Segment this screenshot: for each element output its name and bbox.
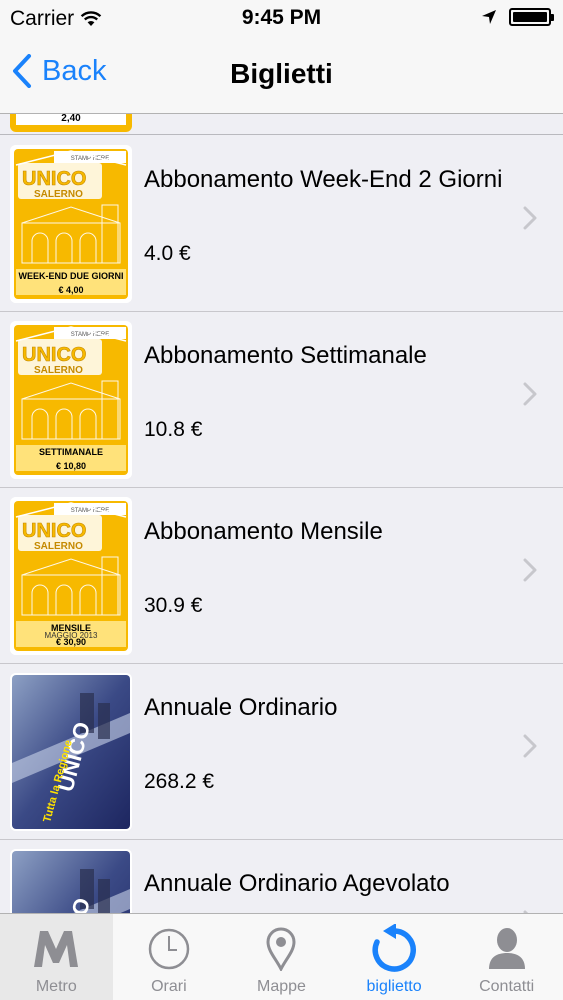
partial-ticket-row[interactable]: 2,40 [0,114,563,135]
ticket-thumbnail: STAMP HERE UNICO SALERNO SETTIMANALE € 1… [10,321,132,479]
ticket-price: 10.8 € [144,418,203,441]
page-title: Biglietti [230,58,333,89]
svg-text:SALERNO: SALERNO [34,189,83,200]
tab-biglietto[interactable]: biglietto [338,914,451,1000]
ticket-row[interactable]: UNICO Tutta la Regione Annuale Ordinario… [0,840,563,913]
status-time: 9:45 PM [241,6,322,29]
svg-text:€ 4,00: € 4,00 [58,285,83,295]
ticket-thumbnail: STAMP HERE UNICO SALERNO WEEK-END DUE GI… [10,145,132,303]
tab-metro-label: Metro [35,978,77,995]
ticket-price: 30.9 € [144,594,203,617]
svg-text:UNICO: UNICO [22,520,86,542]
ticket-thumbnail: UNICO Tutta la Regione [10,673,132,831]
tab-bar: Metro Orari Mappe biglietto Contatti [0,913,563,1000]
ticket-title: Abbonamento Mensile [144,518,383,545]
battery-icon [509,8,554,26]
svg-text:€ 30,90: € 30,90 [56,637,86,647]
clock-icon [148,928,190,970]
contact-icon [488,928,525,969]
tab-mappe[interactable]: Mappe [225,914,338,1000]
partial-ticket-price: 2,40 [61,114,81,124]
ticket-title: Abbonamento Settimanale [144,342,427,369]
chevron-right-icon [523,382,537,411]
tab-metro[interactable]: Metro [0,914,113,1000]
svg-text:UNICO: UNICO [22,344,86,366]
ticket-row[interactable]: STAMP HERE UNICO SALERNO WEEK-END DUE GI… [0,136,563,312]
tab-orari[interactable]: Orari [113,914,226,1000]
tab-contatti-label: Contatti [479,978,535,995]
ticket-title: Annuale Ordinario Agevolato [144,870,450,897]
ticket-title: Abbonamento Week-End 2 Giorni [144,166,503,193]
ticket-row[interactable]: STAMP HERE UNICO SALERNO MENSILE MAGGIO … [0,488,563,664]
metro-icon [34,931,79,967]
ticket-price: 4.0 € [144,242,191,265]
ticket-thumbnail: STAMP HERE UNICO SALERNO MENSILE MAGGIO … [10,497,132,655]
ticket-thumbnail: UNICO Tutta la Regione [10,849,132,913]
tab-biglietto-label: biglietto [366,978,422,995]
tab-contatti[interactable]: Contatti [450,914,563,1000]
ticket-row[interactable]: STAMP HERE UNICO SALERNO SETTIMANALE € 1… [0,312,563,488]
ticket-list[interactable]: 2,40 STAMP HERE UNICO SALERNO WEEK-END D… [0,114,563,913]
ticket-thumbnail: 2,40 [10,114,132,132]
svg-text:SETTIMANALE: SETTIMANALE [39,447,103,457]
app-screen: Carrier 9:45 PM Back Biglietti 2,40 STAM… [0,0,563,1000]
svg-text:SALERNO: SALERNO [34,365,83,376]
svg-text:WEEK-END DUE GIORNI: WEEK-END DUE GIORNI [18,271,123,281]
svg-text:UNICO: UNICO [22,168,86,190]
navigation-bar: Back Biglietti [0,36,563,114]
ticket-row[interactable]: UNICO Tutta la Regione Annuale Ordinario… [0,664,563,840]
tab-orari-label: Orari [151,978,187,995]
chevron-right-icon [523,206,537,235]
status-bar: Carrier 9:45 PM [0,0,563,36]
chevron-right-icon [523,734,537,763]
location-arrow-icon [482,10,496,24]
status-right [481,8,554,26]
refresh-icon [372,924,417,972]
svg-text:€ 10,80: € 10,80 [56,461,86,471]
tab-mappe-label: Mappe [257,978,306,995]
ticket-price: 268.2 € [144,770,215,793]
svg-text:SALERNO: SALERNO [34,541,83,552]
ticket-title: Annuale Ordinario [144,694,338,721]
chevron-right-icon [523,558,537,587]
map-pin-icon [266,927,296,971]
